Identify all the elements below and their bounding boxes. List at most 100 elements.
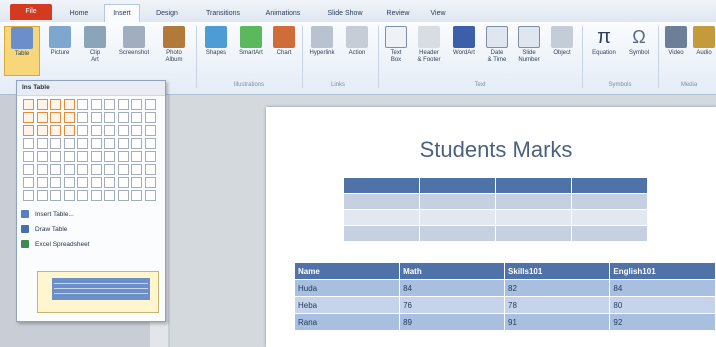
tab-home[interactable]: Home <box>64 5 94 22</box>
grid-cell[interactable] <box>144 138 156 149</box>
grid-cell[interactable] <box>50 190 61 201</box>
table-cell[interactable]: Huda <box>293 279 401 297</box>
picture-button[interactable]: Picture <box>42 26 78 74</box>
grid-cell[interactable] <box>131 164 142 175</box>
grid-cell[interactable] <box>50 177 61 188</box>
grid-cell[interactable] <box>90 177 102 188</box>
tab-file[interactable]: File <box>10 4 52 20</box>
text-box-button[interactable]: Text Box <box>382 26 410 74</box>
clip-art-button[interactable]: Clip Art <box>80 26 110 74</box>
grid-cell[interactable] <box>36 190 48 201</box>
grid-cell[interactable] <box>90 164 102 175</box>
draw-table-menu-item[interactable]: Draw Table <box>21 224 67 236</box>
grid-cell[interactable] <box>50 151 61 162</box>
grid-cell[interactable] <box>104 177 115 188</box>
object-button[interactable]: Object <box>546 26 578 74</box>
slide-canvas[interactable]: Students Marks Name Math Skills101 Engli… <box>266 107 716 347</box>
grid-cell[interactable] <box>131 138 142 149</box>
grid-cell[interactable] <box>117 138 129 149</box>
grid-cell[interactable] <box>144 190 156 201</box>
tab-insert[interactable]: Insert <box>104 4 140 23</box>
grid-cell[interactable] <box>36 112 48 123</box>
students-marks-table[interactable]: Name Math Skills101 English101 Huda 84 8… <box>293 262 716 331</box>
grid-cell[interactable] <box>36 125 48 136</box>
grid-cell[interactable] <box>104 138 115 149</box>
screenshot-button[interactable]: Screenshot <box>114 26 154 74</box>
grid-cell[interactable] <box>144 177 156 188</box>
grid-cell[interactable] <box>131 99 142 110</box>
grid-cell[interactable] <box>131 177 142 188</box>
grid-cell[interactable] <box>104 164 115 175</box>
table-cell[interactable]: 76 <box>399 296 506 314</box>
tab-transitions[interactable]: Transitions <box>198 5 248 22</box>
table-cell[interactable]: Heba <box>293 296 401 314</box>
grid-cell[interactable] <box>36 151 48 162</box>
wordart-button[interactable]: WordArt <box>448 26 480 74</box>
photo-album-button[interactable]: Photo Album <box>156 26 192 74</box>
grid-cell[interactable] <box>90 151 102 162</box>
table-header-cell[interactable]: Skills101 <box>504 262 611 280</box>
grid-cell[interactable] <box>144 99 156 110</box>
tab-slide-show[interactable]: Slide Show <box>320 5 370 22</box>
tab-animations[interactable]: Animations <box>258 5 308 22</box>
grid-cell[interactable] <box>63 99 75 110</box>
table-cell[interactable]: Rana <box>293 313 401 331</box>
grid-cell[interactable] <box>117 112 129 123</box>
grid-cell[interactable] <box>50 164 61 175</box>
grid-cell[interactable] <box>63 164 75 175</box>
table-cell[interactable]: 89 <box>399 313 506 331</box>
table-header-cell[interactable]: English101 <box>609 262 716 280</box>
grid-cell[interactable] <box>36 164 48 175</box>
grid-cell[interactable] <box>50 138 61 149</box>
table-cell[interactable]: 82 <box>504 279 611 297</box>
grid-cell[interactable] <box>77 99 88 110</box>
table-header-cell[interactable]: Math <box>399 262 506 280</box>
slide-title[interactable]: Students Marks <box>266 137 716 163</box>
grid-cell[interactable] <box>23 151 34 162</box>
chart-button[interactable]: Chart <box>270 26 298 74</box>
tab-view[interactable]: View <box>424 5 452 22</box>
grid-cell[interactable] <box>117 99 129 110</box>
table-header-cell[interactable]: Name <box>293 262 401 280</box>
table-cell[interactable]: 91 <box>504 313 611 331</box>
grid-cell[interactable] <box>144 125 156 136</box>
grid-cell[interactable] <box>104 190 115 201</box>
grid-cell[interactable] <box>90 125 102 136</box>
excel-spreadsheet-menu-item[interactable]: Excel Spreadsheet <box>21 239 90 251</box>
grid-cell[interactable] <box>117 177 129 188</box>
grid-cell[interactable] <box>117 164 129 175</box>
grid-cell[interactable] <box>63 112 75 123</box>
grid-cell[interactable] <box>50 112 61 123</box>
grid-cell[interactable] <box>23 177 34 188</box>
grid-cell[interactable] <box>144 164 156 175</box>
grid-cell[interactable] <box>36 138 48 149</box>
slide-number-button[interactable]: Slide Number <box>514 26 544 74</box>
grid-cell[interactable] <box>117 151 129 162</box>
grid-cell[interactable] <box>23 125 34 136</box>
insert-table-menu-item[interactable]: Insert Table... <box>21 209 74 221</box>
grid-cell[interactable] <box>131 112 142 123</box>
grid-cell[interactable] <box>104 112 115 123</box>
grid-cell[interactable] <box>23 138 34 149</box>
table-cell[interactable]: 92 <box>609 313 716 331</box>
table-button[interactable]: Table <box>4 26 40 76</box>
grid-cell[interactable] <box>131 151 142 162</box>
grid-cell[interactable] <box>144 112 156 123</box>
grid-cell[interactable] <box>63 151 75 162</box>
grid-cell[interactable] <box>90 112 102 123</box>
grid-cell[interactable] <box>104 151 115 162</box>
grid-cell[interactable] <box>63 125 75 136</box>
action-button[interactable]: Action <box>342 26 372 74</box>
grid-cell[interactable] <box>63 138 75 149</box>
grid-cell[interactable] <box>144 151 156 162</box>
table-cell[interactable]: 84 <box>609 279 716 297</box>
equation-button[interactable]: π Equation <box>586 26 622 74</box>
grid-cell[interactable] <box>23 190 34 201</box>
grid-cell[interactable] <box>117 190 129 201</box>
grid-cell[interactable] <box>36 99 48 110</box>
grid-cell[interactable] <box>104 99 115 110</box>
table-preview[interactable] <box>343 177 648 242</box>
grid-cell[interactable] <box>77 164 88 175</box>
grid-cell[interactable] <box>77 190 88 201</box>
grid-cell[interactable] <box>77 151 88 162</box>
